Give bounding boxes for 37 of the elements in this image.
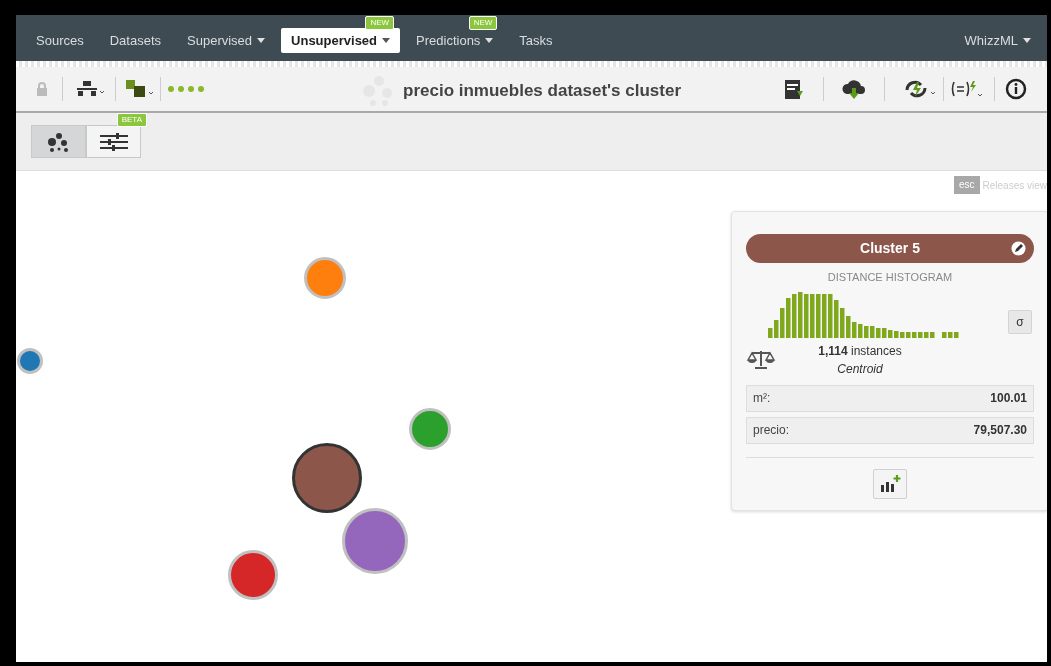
edit-icon[interactable] <box>1011 241 1026 256</box>
whizzml-menu[interactable]: WhizzML <box>958 28 1037 53</box>
field-name: precio: <box>753 422 790 439</box>
refresh-lightning-icon[interactable] <box>903 78 937 100</box>
nav-tab[interactable]: Unsupervised <box>281 28 401 53</box>
bar-chart-plus-icon <box>879 473 901 494</box>
binary-icon[interactable] <box>126 80 154 98</box>
field-value: 79,507.30 <box>973 422 1027 439</box>
scale-icon <box>746 348 776 369</box>
cluster-title: precio inmuebles dataset's cluster <box>403 80 682 103</box>
new-badge: NEW <box>365 16 395 30</box>
field-name: m²: <box>753 390 771 407</box>
cloud-download-icon[interactable] <box>842 78 866 100</box>
dots-icon <box>167 85 207 93</box>
field-value: 100.01 <box>990 390 1027 407</box>
histogram-title: DISTANCE HISTOGRAM <box>826 270 954 285</box>
info-icon[interactable] <box>1005 78 1027 100</box>
new-badge: NEW <box>468 16 498 30</box>
sliders-view-button[interactable] <box>86 125 141 158</box>
instances-count: 1,114 instances <box>818 342 902 360</box>
nav-tab[interactable]: Predictions <box>406 28 504 53</box>
nav-tab[interactable]: Tasks <box>509 28 563 53</box>
beta-badge: BETA <box>116 113 147 127</box>
sliders-icon <box>99 131 128 152</box>
add-chart-button[interactable] <box>873 468 907 499</box>
esc-key: esc <box>953 176 980 194</box>
cluster-name: Cluster 5 <box>860 239 920 258</box>
nav-tab[interactable]: Sources <box>26 28 94 53</box>
nav-tab[interactable]: Datasets <box>99 28 171 53</box>
clusters-icon <box>46 131 71 152</box>
clusters-view-button[interactable] <box>31 125 86 158</box>
centroid-label: Centroid <box>837 360 883 378</box>
formula-lightning-icon[interactable] <box>950 79 984 99</box>
sigma-button[interactable]: σ <box>1008 309 1032 334</box>
tree-icon[interactable] <box>77 81 105 97</box>
nav-tab[interactable]: Supervised <box>177 28 276 53</box>
clipboard-download-icon[interactable] <box>783 77 805 101</box>
